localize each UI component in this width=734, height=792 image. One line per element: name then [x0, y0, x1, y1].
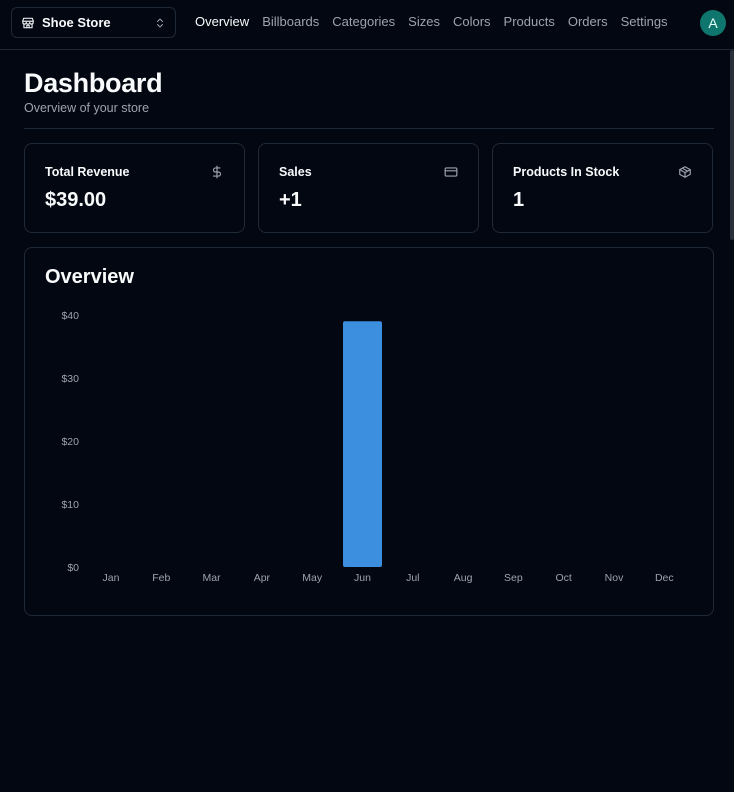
nav-orders[interactable]: Orders [568, 14, 608, 29]
total-revenue-card: Total Revenue $39.00 [24, 143, 245, 233]
x-tick-label: Aug [454, 572, 473, 584]
store-switcher[interactable]: Shoe Store [11, 7, 176, 38]
chevrons-up-down-icon [154, 16, 166, 30]
user-avatar[interactable]: A [700, 10, 726, 36]
revenue-bar-chart: $0 $10 $20 $30 $40 Jan Feb Mar Apr May Jun Jul Aug Se… [61, 310, 674, 584]
card-value: +1 [279, 189, 302, 211]
y-tick-label: $10 [61, 499, 79, 511]
x-tick-label: Oct [556, 572, 572, 584]
products-in-stock-card: Products In Stock 1 [492, 143, 713, 233]
card-value: $39.00 [45, 189, 107, 211]
credit-card-icon [444, 165, 458, 179]
x-tick-label: Apr [254, 572, 271, 584]
card-title: Sales [279, 165, 312, 179]
x-tick-label: Jul [406, 572, 419, 584]
nav-colors[interactable]: Colors [453, 14, 491, 29]
nav-billboards[interactable]: Billboards [262, 14, 319, 29]
nav-settings[interactable]: Settings [621, 14, 668, 29]
dollar-icon [210, 165, 224, 179]
card-title: Total Revenue [45, 165, 130, 179]
page-heading: Dashboard Overview of your store [24, 68, 163, 115]
x-tick-label: Feb [152, 572, 170, 584]
divider [24, 128, 714, 129]
package-icon [678, 165, 692, 179]
y-tick-label: $20 [61, 436, 79, 448]
main-nav: Overview Billboards Categories Sizes Col… [195, 14, 668, 29]
nav-products[interactable]: Products [504, 14, 555, 29]
bar-jun[interactable] [343, 321, 382, 567]
nav-categories[interactable]: Categories [332, 14, 395, 29]
overview-chart-card: Overview $0 $10 $20 $30 $40 Jan Feb Mar Apr May Ju… [24, 247, 714, 616]
card-title: Products In Stock [513, 165, 620, 179]
nav-sizes[interactable]: Sizes [408, 14, 440, 29]
sales-card: Sales +1 [258, 143, 479, 233]
x-tick-label: May [302, 572, 323, 584]
y-tick-label: $40 [61, 310, 79, 322]
x-tick-label: Jan [103, 572, 120, 584]
page-title: Dashboard [24, 68, 163, 98]
store-switcher-label: Shoe Store [42, 15, 111, 30]
y-tick-label: $30 [61, 373, 79, 385]
card-value: 1 [513, 189, 525, 211]
x-tick-label: Dec [655, 572, 674, 584]
nav-overview[interactable]: Overview [195, 14, 249, 29]
scrollbar[interactable] [730, 50, 734, 240]
x-tick-label: Mar [203, 572, 222, 584]
store-icon [21, 16, 35, 30]
page-subtitle: Overview of your store [24, 101, 150, 115]
x-tick-label: Sep [504, 572, 523, 584]
top-navbar: Shoe Store Overview Billboards Categorie… [0, 0, 734, 50]
y-tick-label: $0 [67, 562, 79, 574]
x-tick-label: Nov [605, 572, 624, 584]
x-tick-label: Jun [354, 572, 371, 584]
